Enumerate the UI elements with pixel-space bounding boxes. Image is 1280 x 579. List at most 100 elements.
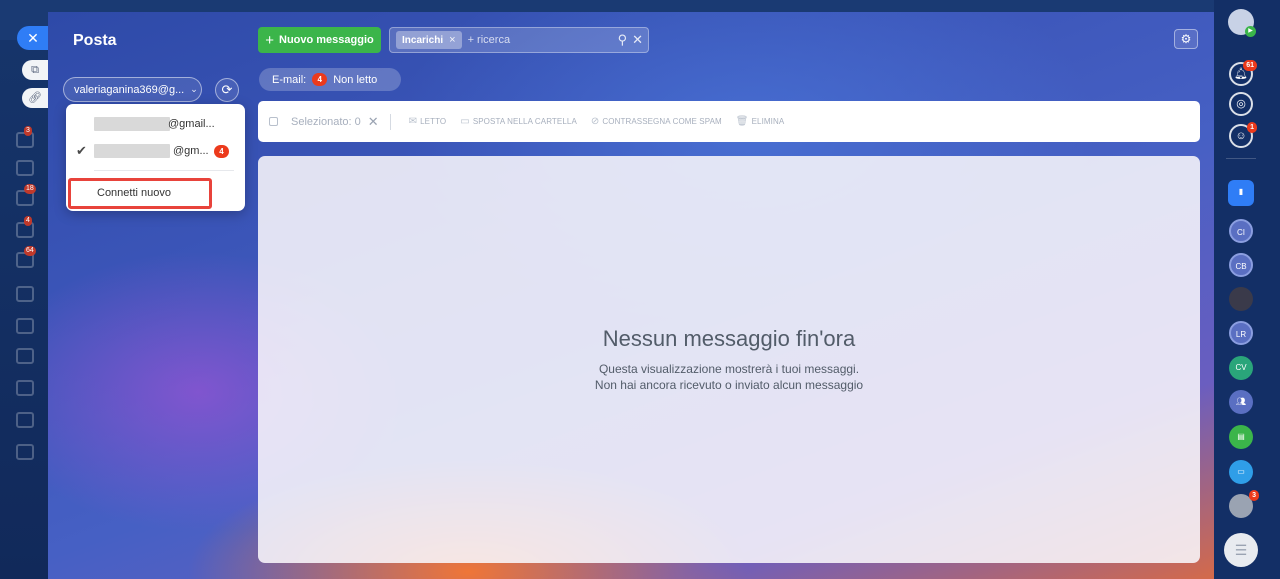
left-menu-item [16, 184, 36, 206]
user-avatar[interactable]: ▶ [1228, 9, 1256, 37]
search-input[interactable]: + ricerca [468, 34, 618, 46]
refresh-icon: ⟳ [221, 82, 233, 97]
spiral-icon: ◎ [1236, 98, 1246, 110]
filter-chip-label: Incarichi [402, 34, 444, 46]
redacted-email [94, 117, 170, 131]
user-chat-badge: 3 [1249, 490, 1259, 501]
account-option-selected[interactable]: ✔ @gm... 4 [66, 140, 245, 162]
left-menu-item [16, 246, 36, 268]
new-message-button[interactable]: + Nuovo messaggio [258, 27, 381, 53]
empty-state-line-1: Questa visualizzazione mostrerà i tuoi m… [598, 362, 860, 376]
page-title: Posta [73, 32, 117, 49]
left-menu-item [16, 286, 34, 302]
open-new-window-button[interactable]: ⧉ [22, 60, 48, 80]
bookmark-icon: ▮ [1238, 187, 1244, 196]
unread-filter[interactable]: E-mail: 4 Non letto [259, 68, 401, 91]
activity-button[interactable]: ◎ [1229, 92, 1253, 116]
contact-avatar[interactable]: CI [1229, 219, 1253, 243]
left-menu-item [16, 348, 34, 364]
clear-selection-icon[interactable]: ✕ [368, 114, 379, 130]
group-icon: 👥︎ [1235, 397, 1247, 406]
mark-read-action[interactable]: ✉ LETTO [409, 116, 447, 127]
contact-avatar-photo[interactable] [1229, 287, 1253, 311]
notifications-badge: 61 [1243, 60, 1257, 71]
mail-panel: Posta + Nuovo messaggio Incarichi × + ri… [48, 12, 1214, 579]
redacted-email [94, 144, 170, 158]
move-to-folder-action[interactable]: ▭ SPOSTA NELLA CARTELLA [460, 116, 577, 127]
remove-filter-icon[interactable]: × [449, 34, 455, 46]
spam-icon: ⊘ [590, 116, 600, 127]
envelope-open-icon: ✉ [408, 116, 418, 127]
left-menu-item [16, 380, 34, 396]
sync-button[interactable]: ⟳ [215, 78, 239, 102]
notifications-button[interactable]: 🔔︎ 61 [1229, 60, 1257, 86]
search-bar[interactable]: Incarichi × + ricerca ⚲ ✕ [389, 27, 649, 53]
copy-link-button[interactable]: 🔗︎ [22, 88, 48, 108]
close-slider-button[interactable]: ✕ [17, 26, 49, 50]
clear-search-icon[interactable]: ✕ [632, 32, 643, 48]
account-selector-label: valeriaganina369@g... [74, 83, 185, 96]
account-email-suffix: @gmail... [168, 118, 215, 130]
message-list-area: Nessun messaggio fin'ora Questa visualiz… [258, 156, 1200, 563]
chat-icon: ☺ [1235, 130, 1247, 142]
mark-spam-action[interactable]: ⊘ CONTRASSEGNA COME SPAM [591, 116, 722, 127]
divider [389, 113, 391, 130]
contact-avatar[interactable]: CB [1229, 253, 1253, 277]
account-email-suffix: @gm... [173, 145, 209, 157]
chevron-down-icon: ⌄ [190, 84, 198, 94]
move-to-folder-label: SPOSTA NELLA CARTELLA [472, 117, 577, 126]
menu-button[interactable]: ☰ [1224, 533, 1258, 567]
play-icon: ▶ [1245, 26, 1256, 37]
filter-status: Non letto [333, 73, 378, 86]
left-menu-item [16, 412, 34, 428]
empty-state-line-2: Non hai ancora ricevuto o inviato alcun … [594, 378, 864, 392]
contact-card-icon: ▤ [1237, 432, 1245, 441]
contacts-app-button[interactable]: ▤ [1229, 425, 1253, 449]
gear-icon: ⚙ [1180, 32, 1192, 46]
group-avatar[interactable]: 👥︎ [1229, 390, 1253, 414]
link-icon: 🔗︎ [28, 92, 42, 104]
select-all-checkbox[interactable] [269, 117, 278, 126]
connect-new-account-button[interactable]: Connetti nuovo [68, 178, 212, 209]
new-message-label: Nuovo messaggio [279, 34, 374, 46]
message-actions-toolbar: Selezionato: 0 ✕ ✉ LETTO ▭ SPOSTA NELLA CA… [258, 101, 1200, 142]
unread-count-badge: 4 [312, 73, 328, 86]
folder-icon: ▭ [460, 116, 470, 127]
delete-action[interactable]: 🗑︎ ELIMINA [736, 116, 785, 127]
mark-spam-label: CONTRASSEGNA COME SPAM [602, 117, 722, 126]
left-menu-item [16, 318, 34, 334]
delete-label: ELIMINA [751, 117, 785, 126]
account-option[interactable]: @gmail... [66, 113, 245, 135]
external-link-icon: ⧉ [31, 64, 39, 76]
filter-chip[interactable]: Incarichi × [396, 31, 462, 49]
bookmark-button[interactable]: ▮ [1228, 180, 1254, 206]
divider [94, 170, 234, 171]
account-unread-badge: 4 [214, 144, 229, 158]
chat-badge: 1 [1247, 122, 1257, 133]
background-left-menu [0, 40, 48, 579]
account-selector[interactable]: valeriaganina369@g... ⌄ [63, 77, 202, 102]
mark-read-label: LETTO [420, 117, 447, 126]
plus-icon: + [265, 31, 274, 49]
contact-avatar[interactable]: LR [1229, 321, 1253, 345]
selected-count: Selezionato: 0 [291, 115, 361, 128]
empty-state-title: Nessun messaggio fin'ora [602, 326, 856, 351]
contact-avatar[interactable]: CV [1229, 356, 1253, 380]
settings-button[interactable]: ⚙ [1174, 29, 1198, 49]
trash-icon: 🗑︎ [735, 116, 749, 127]
user-chat-avatar[interactable]: 3 [1229, 490, 1259, 518]
left-menu-item [16, 216, 34, 238]
left-menu-item [16, 160, 34, 176]
filter-label: E-mail: [272, 73, 307, 86]
hamburger-icon: ☰ [1234, 542, 1248, 558]
left-menu-item [16, 126, 34, 148]
account-dropdown: @gmail... ✔ @gm... 4 Connetti nuovo [66, 104, 245, 211]
message-icon: ▭ [1237, 467, 1245, 476]
check-icon: ✔ [76, 143, 87, 158]
search-icon[interactable]: ⚲ [618, 32, 628, 48]
close-icon: ✕ [27, 30, 39, 46]
left-menu-item [16, 444, 34, 460]
chat-button[interactable]: ☺ 1 [1229, 122, 1257, 148]
messages-app-button[interactable]: ▭ [1229, 460, 1253, 484]
divider [1226, 158, 1256, 159]
